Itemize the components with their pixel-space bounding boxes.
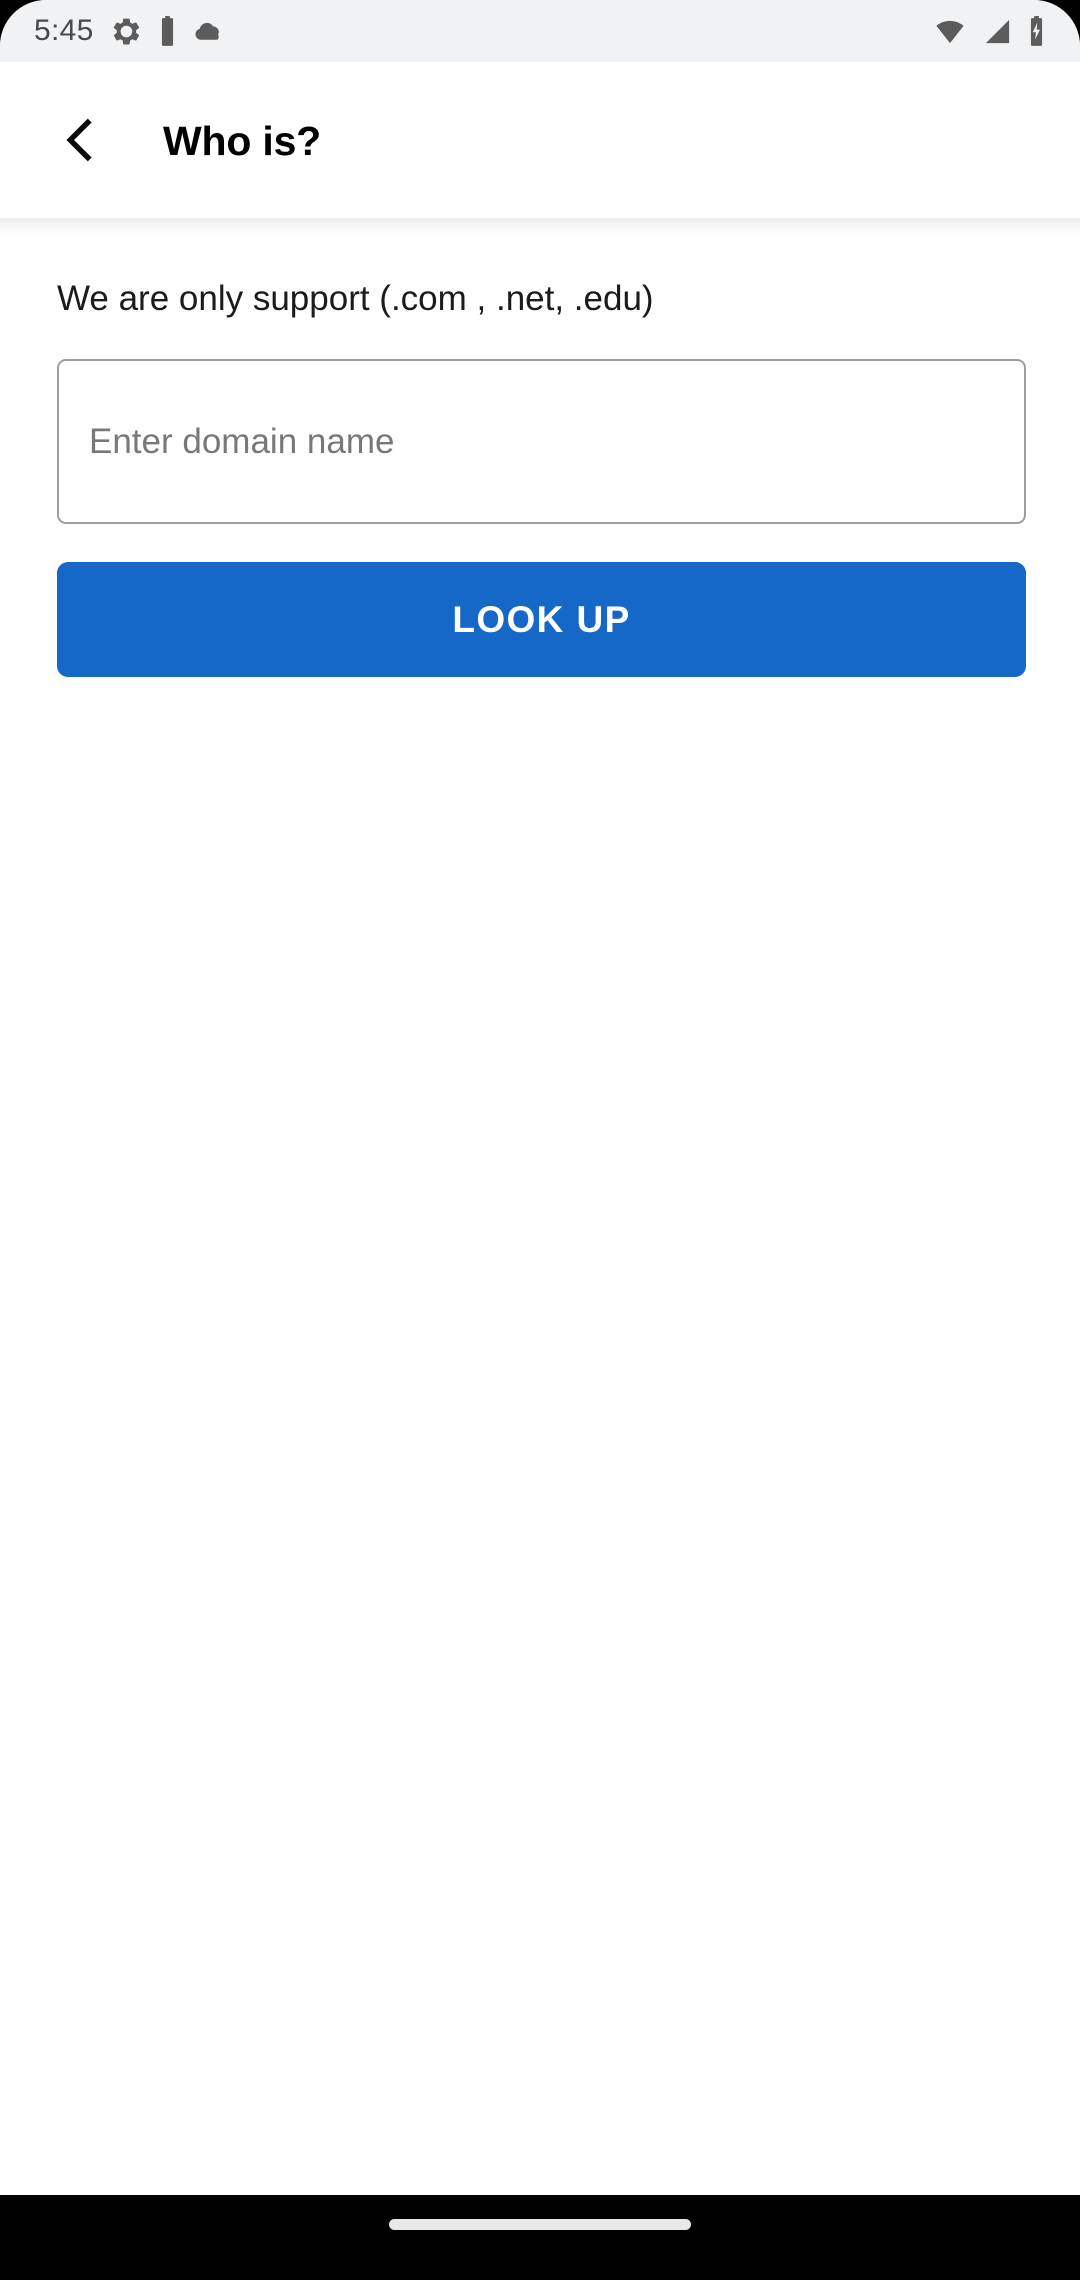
phone-screenshot: 5:45 Who is? We are only support (.com ,… <box>0 0 1080 2280</box>
status-bar-left-group: 5:45 <box>34 14 225 47</box>
battery-charging-icon <box>1027 15 1046 47</box>
page-title: Who is? <box>163 117 322 164</box>
main-content: We are only support (.com , .net, .edu) … <box>0 235 1080 677</box>
support-note: We are only support (.com , .net, .edu) <box>57 279 654 318</box>
gear-icon <box>111 16 142 47</box>
cellular-signal-icon <box>981 16 1014 47</box>
cloud-icon <box>193 16 225 47</box>
screen-surface: 5:45 Who is? We are only support (.com ,… <box>0 0 1080 2195</box>
wifi-icon <box>932 16 968 47</box>
back-button[interactable] <box>28 89 132 193</box>
status-bar: 5:45 <box>0 0 1080 62</box>
battery-vertical-icon <box>159 15 176 47</box>
chevron-left-icon <box>54 114 106 169</box>
look-up-button[interactable]: LOOK UP <box>57 562 1026 677</box>
domain-field-wrapper <box>57 359 1026 524</box>
gesture-navigation-bar <box>0 2195 1080 2280</box>
status-bar-right-group <box>932 15 1046 47</box>
status-bar-clock: 5:45 <box>34 14 94 47</box>
app-bar-shadow <box>0 221 1080 235</box>
home-indicator[interactable] <box>389 2219 691 2230</box>
app-bar: Who is? <box>0 62 1080 220</box>
domain-name-input[interactable] <box>57 359 1026 524</box>
